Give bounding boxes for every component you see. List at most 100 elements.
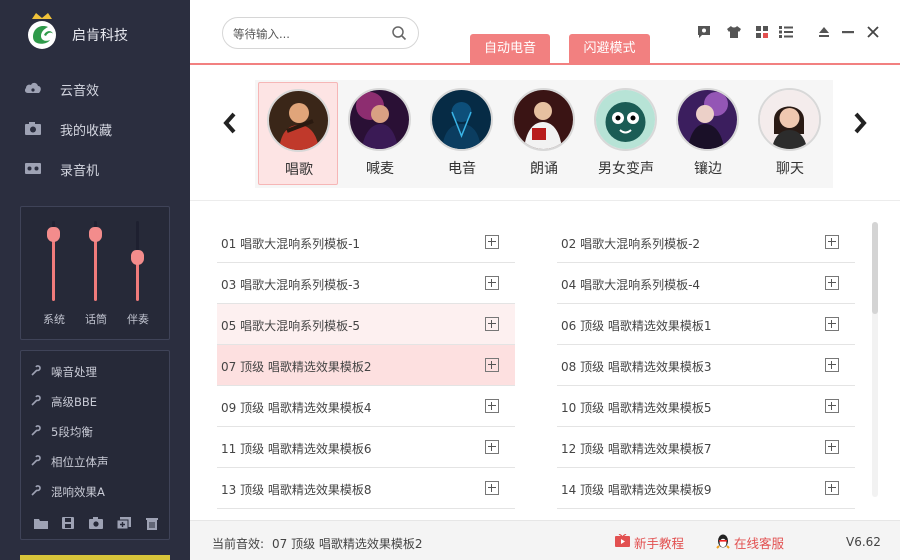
template-row[interactable]: 06 顶级 唱歌精选效果模板1 (557, 304, 855, 345)
effect-item-noise-reduction[interactable]: 噪音处理 (21, 356, 169, 386)
add-icon[interactable] (485, 440, 499, 454)
category-shout-mic-avatar (348, 88, 411, 151)
add-icon[interactable] (825, 399, 839, 413)
slider-knob[interactable] (89, 227, 102, 242)
effects-panel: 噪音处理 高级BBE 5段均衡 相位立体声 混响效果A (20, 350, 170, 540)
effect-item-reverb[interactable]: 混响效果A (21, 476, 169, 506)
minimize-icon[interactable] (840, 24, 856, 40)
effect-label: 混响效果A (51, 485, 105, 499)
category-voice-changer[interactable]: 男女变声 (586, 82, 666, 185)
template-label: 12 顶级 唱歌精选效果模板7 (561, 442, 712, 456)
template-row[interactable]: 14 顶级 唱歌精选效果模板9 (557, 468, 855, 509)
category-flanger[interactable]: 镶边 (668, 82, 748, 185)
chevron-left-icon[interactable] (222, 112, 238, 134)
category-label: 朗诵 (530, 161, 558, 177)
category-electronic[interactable]: 电音 (422, 82, 502, 185)
add-icon[interactable] (485, 235, 499, 249)
add-icon[interactable] (485, 481, 499, 495)
template-label: 14 顶级 唱歌精选效果模板9 (561, 483, 712, 497)
top-bar: 自动电音 闪避模式 (190, 0, 900, 64)
template-row[interactable]: 10 顶级 唱歌精选效果模板5 (557, 386, 855, 427)
wrench-icon (31, 425, 41, 436)
mic-volume-slider[interactable] (86, 221, 106, 303)
chevron-right-icon[interactable] (852, 112, 868, 134)
add-icon[interactable] (485, 276, 499, 290)
wrench-icon (31, 365, 41, 376)
close-icon[interactable] (865, 24, 881, 40)
add-icon[interactable] (825, 235, 839, 249)
wrench-icon (31, 455, 41, 466)
category-singing[interactable]: 唱歌 (258, 82, 338, 185)
accompaniment-volume-slider[interactable] (128, 221, 148, 303)
add-icon[interactable] (825, 317, 839, 331)
add-icon[interactable] (825, 276, 839, 290)
shirt-icon[interactable] (726, 24, 742, 40)
slider-knob[interactable] (47, 227, 60, 242)
category-chat-avatar (758, 88, 821, 151)
sidebar: 启肯科技 云音效 我的收藏 录音机 系统 话筒 伴奏 噪音处理 高级BBE 5段… (0, 0, 190, 560)
search-icon[interactable] (391, 25, 407, 41)
effect-item-equalizer[interactable]: 5段均衡 (21, 416, 169, 446)
sidebar-item-favorites[interactable]: 我的收藏 (0, 108, 190, 148)
category-shout-mic[interactable]: 喊麦 (340, 82, 420, 185)
delete-icon[interactable] (144, 516, 160, 530)
tutorial-link-label: 新手教程 (634, 536, 685, 551)
tab-dodge-mode[interactable]: 闪避模式 (569, 34, 650, 64)
template-row[interactable]: 02 唱歌大混响系列模板-2 (557, 222, 855, 263)
category-recitation[interactable]: 朗诵 (504, 82, 584, 185)
search-input[interactable] (233, 25, 383, 43)
template-label: 06 顶级 唱歌精选效果模板1 (561, 319, 712, 333)
template-label: 10 顶级 唱歌精选效果模板5 (561, 401, 712, 415)
sidebar-item-label: 我的收藏 (60, 124, 113, 139)
slider-knob[interactable] (131, 250, 144, 265)
template-label: 11 顶级 唱歌精选效果模板6 (221, 442, 372, 456)
template-row[interactable]: 04 唱歌大混响系列模板-4 (557, 263, 855, 304)
wrench-icon (31, 395, 41, 406)
category-singing-avatar (267, 89, 330, 152)
add-icon[interactable] (485, 399, 499, 413)
template-row[interactable]: 05 唱歌大混响系列模板-5 (217, 304, 515, 345)
wrench-icon (31, 485, 41, 496)
add-icon[interactable] (825, 481, 839, 495)
template-row[interactable]: 13 顶级 唱歌精选效果模板8 (217, 468, 515, 509)
template-row[interactable]: 09 顶级 唱歌精选效果模板4 (217, 386, 515, 427)
save-icon[interactable] (60, 516, 76, 530)
add-icon[interactable] (825, 440, 839, 454)
add-copy-icon[interactable] (116, 516, 132, 530)
effect-item-bbe[interactable]: 高级BBE (21, 386, 169, 416)
effect-item-stereo[interactable]: 相位立体声 (21, 446, 169, 476)
effect-label: 相位立体声 (51, 455, 109, 469)
list-view-icon[interactable] (778, 24, 794, 40)
skin-chat-icon[interactable] (696, 24, 712, 40)
open-folder-icon[interactable] (33, 516, 49, 530)
template-label: 05 唱歌大混响系列模板-5 (221, 319, 361, 333)
template-row-selected[interactable]: 07 顶级 唱歌精选效果模板2 (217, 345, 515, 386)
add-icon[interactable] (485, 358, 499, 372)
brand-name: 启肯科技 (72, 28, 128, 44)
slider-label: 系统 (43, 313, 65, 326)
template-row[interactable]: 12 顶级 唱歌精选效果模板7 (557, 427, 855, 468)
template-row[interactable]: 03 唱歌大混响系列模板-3 (217, 263, 515, 304)
camera-icon (25, 122, 41, 135)
system-volume-slider[interactable] (44, 221, 64, 303)
category-flanger-avatar (676, 88, 739, 151)
add-icon[interactable] (485, 317, 499, 331)
sidebar-item-recorder[interactable]: 录音机 (0, 148, 190, 188)
grid-view-icon[interactable] (754, 24, 770, 40)
list-scrollbar[interactable] (872, 222, 878, 497)
eject-icon[interactable] (816, 24, 832, 40)
category-chat[interactable]: 聊天 (750, 82, 830, 185)
template-row[interactable]: 08 顶级 唱歌精选效果模板3 (557, 345, 855, 386)
status-bar: 当前音效: 07 顶级 唱歌精选效果模板2 新手教程 在线客服 V6.62 (190, 520, 900, 560)
support-link-label: 在线客服 (734, 536, 785, 551)
camera-icon[interactable] (88, 516, 104, 530)
template-row[interactable]: 11 顶级 唱歌精选效果模板6 (217, 427, 515, 468)
template-row[interactable]: 01 唱歌大混响系列模板-1 (217, 222, 515, 263)
slider-label: 伴奏 (127, 313, 149, 326)
add-icon[interactable] (825, 358, 839, 372)
scrollbar-thumb[interactable] (872, 222, 878, 314)
tab-auto-electronic[interactable]: 自动电音 (470, 34, 550, 64)
video-tutorial-icon (615, 534, 630, 547)
category-label: 镶边 (694, 161, 722, 177)
sidebar-item-cloud-effects[interactable]: 云音效 (0, 68, 190, 108)
